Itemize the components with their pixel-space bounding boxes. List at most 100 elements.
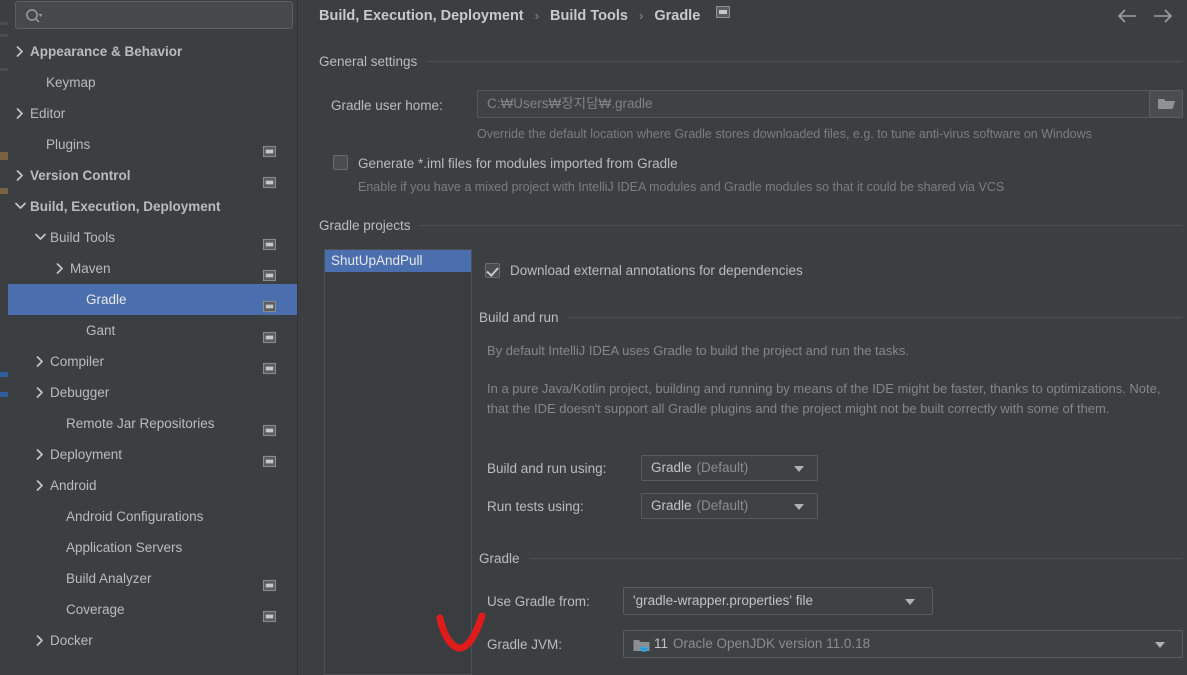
chevron-right-icon[interactable] — [34, 470, 48, 501]
navigation-arrows — [1113, 4, 1183, 28]
sidebar-item-keymap[interactable]: Keymap — [8, 67, 297, 98]
chevron-right-icon[interactable] — [14, 36, 28, 67]
sidebar-item-docker[interactable]: Docker — [8, 625, 297, 656]
sidebar-item-version-control[interactable]: Version Control — [8, 160, 297, 191]
breadcrumb-item-2[interactable]: Gradle — [654, 8, 700, 24]
download-annotations-label[interactable]: Download external annotations for depend… — [510, 263, 803, 278]
chevron-right-icon[interactable] — [34, 439, 48, 470]
gradle-jvm-dropdown[interactable]: 11 Oracle OpenJDK version 11.0.18 — [623, 630, 1183, 658]
sidebar-item-editor[interactable]: Editor — [8, 98, 297, 129]
sidebar-item-android[interactable]: Android — [8, 470, 297, 501]
gradle-jvm-value-wrap: 11 Oracle OpenJDK version 11.0.18 — [654, 631, 870, 657]
use-gradle-from-value: 'gradle-wrapper.properties' file — [633, 593, 813, 608]
breadcrumb: Build, Execution, Deployment › Build Too… — [319, 2, 731, 29]
chevron-right-icon[interactable] — [34, 625, 48, 656]
forward-arrow-icon[interactable] — [1148, 4, 1178, 28]
search-icon — [25, 8, 43, 24]
run-tests-using-label: Run tests using: — [487, 499, 584, 514]
sidebar-item-label: Plugins — [46, 137, 91, 152]
back-arrow-icon[interactable] — [1113, 4, 1143, 28]
sidebar-item-build-tools[interactable]: Build Tools — [8, 222, 297, 253]
group-rule — [426, 61, 1183, 62]
sidebar-item-label: Gradle — [86, 292, 127, 307]
sidebar-item-gant[interactable]: Gant — [8, 315, 297, 346]
gradle-projects-list[interactable]: ShutUpAndPull — [324, 249, 472, 675]
build-and-run-using-value: Gradle — [651, 460, 692, 475]
gradle-user-home-hint: Override the default location where Grad… — [477, 127, 1092, 141]
chevron-down-icon[interactable] — [905, 599, 915, 605]
chevron-down-icon[interactable] — [794, 504, 804, 510]
sidebar-item-compiler[interactable]: Compiler — [8, 346, 297, 377]
sidebar-item-appearance-behavior[interactable]: Appearance & Behavior — [8, 36, 297, 67]
group-rule — [567, 317, 1183, 318]
run-tests-using-value: Gradle — [651, 498, 692, 513]
build-and-run-using-suffix: (Default) — [696, 460, 749, 475]
download-annotations-checkbox[interactable] — [485, 263, 500, 278]
sidebar-item-label: Application Servers — [66, 540, 183, 555]
sidebar-item-label: Deployment — [50, 447, 123, 462]
sidebar-item-label: Remote Jar Repositories — [66, 416, 215, 431]
gradle-group-title: Gradle — [479, 551, 520, 566]
group-rule — [419, 225, 1183, 226]
breadcrumb-separator: › — [638, 8, 644, 23]
chevron-down-icon[interactable] — [34, 222, 48, 253]
sidebar-item-coverage[interactable]: Coverage — [8, 594, 297, 625]
breadcrumb-item-0[interactable]: Build, Execution, Deployment — [319, 8, 524, 24]
generate-iml-label[interactable]: Generate *.iml files for modules importe… — [358, 156, 678, 171]
sidebar-item-debugger[interactable]: Debugger — [8, 377, 297, 408]
list-item[interactable]: ShutUpAndPull — [325, 250, 471, 272]
chevron-down-icon[interactable] — [794, 466, 804, 472]
project-scope-icon[interactable] — [716, 2, 731, 28]
sidebar-item-label: Appearance & Behavior — [30, 44, 183, 59]
search-input[interactable] — [48, 6, 286, 26]
gradle-user-home-input[interactable]: C:₩Users₩장지담₩.gradle — [477, 90, 1183, 118]
sidebar-item-application-servers[interactable]: Application Servers — [8, 532, 297, 563]
sidebar-item-label: Gant — [86, 323, 116, 338]
folder-icon — [1158, 99, 1175, 109]
sidebar-item-maven[interactable]: Maven — [8, 253, 297, 284]
sidebar-item-deployment[interactable]: Deployment — [8, 439, 297, 470]
gradle-user-home-label: Gradle user home: — [331, 98, 443, 113]
build-and-run-using-dropdown[interactable]: Gradle (Default) — [641, 455, 818, 481]
use-gradle-from-dropdown[interactable]: 'gradle-wrapper.properties' file — [623, 587, 933, 615]
sidebar-item-label: Build Analyzer — [66, 571, 152, 586]
chevron-right-icon[interactable] — [14, 98, 28, 129]
sidebar-item-plugins[interactable]: Plugins — [8, 129, 297, 160]
chevron-right-icon[interactable] — [34, 346, 48, 377]
chevron-right-icon[interactable] — [54, 253, 68, 284]
sidebar-item-remote-jar-repositories[interactable]: Remote Jar Repositories — [8, 408, 297, 439]
sidebar-item-label: Version Control — [30, 168, 131, 183]
search-box[interactable] — [15, 1, 293, 29]
sidebar-item-label: Build Tools — [50, 230, 116, 245]
chevron-down-icon[interactable] — [1155, 642, 1165, 648]
general-settings-group-header: General settings — [319, 54, 1183, 69]
build-and-run-paragraph-1: By default IntelliJ IDEA uses Gradle to … — [487, 343, 910, 358]
chevron-right-icon[interactable] — [14, 160, 28, 191]
run-tests-using-dropdown[interactable]: Gradle (Default) — [641, 493, 818, 519]
gradle-user-home-browse-button[interactable] — [1149, 90, 1183, 118]
chevron-down-icon[interactable] — [14, 191, 28, 222]
sidebar-item-android-configurations[interactable]: Android Configurations — [8, 501, 297, 532]
sidebar-item-label: Editor — [30, 106, 66, 121]
build-and-run-title: Build and run — [479, 310, 559, 325]
group-rule — [528, 558, 1183, 559]
settings-sidebar: Appearance & Behavior Keymap Editor Plugins… — [8, 0, 583, 675]
sidebar-item-label: Compiler — [50, 354, 105, 369]
sidebar-item-gradle[interactable]: Gradle — [8, 284, 297, 315]
left-edge-sliver — [0, 0, 8, 675]
gradle-projects-title: Gradle projects — [319, 218, 411, 233]
sidebar-item-label: Android Configurations — [66, 509, 204, 524]
sidebar-item-label: Docker — [50, 633, 93, 648]
jdk-folder-icon — [633, 637, 650, 657]
sidebar-item-label: Build, Execution, Deployment — [30, 199, 221, 214]
sidebar-item-label: Maven — [70, 261, 111, 276]
gradle-jvm-value: Oracle OpenJDK version 11.0.18 — [673, 636, 871, 651]
chevron-right-icon[interactable] — [34, 377, 48, 408]
breadcrumb-separator: › — [534, 8, 540, 23]
sidebar-item-build-analyzer[interactable]: Build Analyzer — [8, 563, 297, 594]
use-gradle-from-label: Use Gradle from: — [487, 594, 590, 609]
generate-iml-checkbox[interactable] — [333, 155, 348, 170]
breadcrumb-item-1[interactable]: Build Tools — [550, 8, 628, 24]
build-and-run-group-header: Build and run — [479, 310, 1183, 325]
sidebar-item-build-execution-deployment[interactable]: Build, Execution, Deployment — [8, 191, 297, 222]
